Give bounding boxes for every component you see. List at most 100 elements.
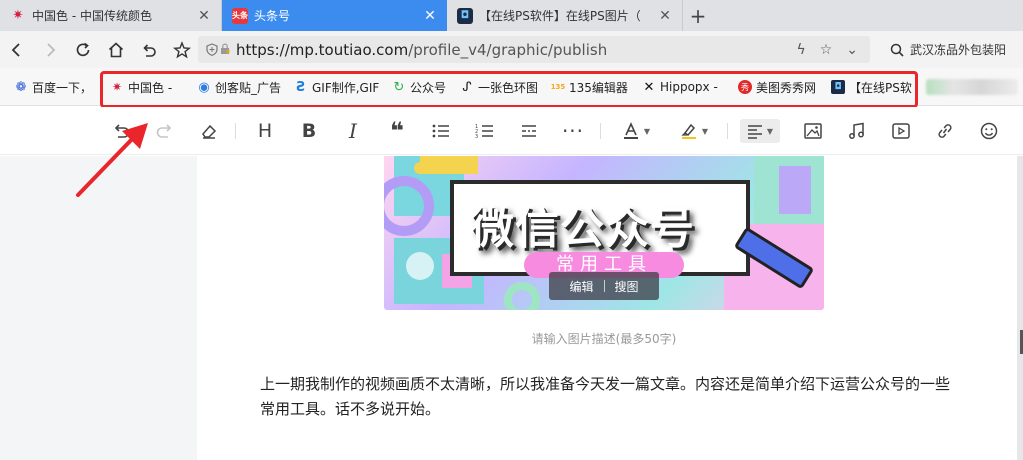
divider-button[interactable]	[516, 119, 542, 143]
image-controls: 编辑 搜图	[549, 272, 659, 300]
align-left-icon	[747, 125, 762, 139]
toolbar-separator	[600, 123, 601, 139]
toutiao-icon: 头条	[232, 7, 248, 24]
emoji-icon	[980, 122, 998, 140]
highlight-color-button[interactable]: ▼	[674, 119, 714, 143]
link-icon	[938, 124, 952, 138]
undo-button[interactable]	[108, 119, 134, 143]
banner-shape	[406, 252, 434, 280]
bullet-list-button[interactable]	[428, 119, 454, 143]
bookmark-gif[interactable]: Ƨ GIF制作,GIF	[294, 78, 380, 96]
bookmark-online-ps[interactable]: ◘ 【在线PS软	[831, 78, 913, 96]
bold-button[interactable]: B	[296, 119, 322, 143]
editor-toolbar: H B I ❝ 123 ··· ▼ ▼ ▼	[0, 107, 1023, 155]
quote-button[interactable]: ❝	[384, 117, 410, 145]
bookmark-label: 【在线PS软	[849, 80, 912, 95]
insert-audio-button[interactable]	[844, 119, 870, 143]
address-bar[interactable]: https://mp.toutiao.com/profile_v4/graphi…	[198, 36, 870, 63]
bookmark-label: GIF制作,GIF	[312, 80, 380, 95]
control-divider	[603, 280, 605, 292]
banner-ring	[504, 282, 540, 310]
security-indicator[interactable]	[206, 43, 236, 56]
url-path: /profile_v4/graphic/publish	[408, 40, 608, 59]
reload-icon	[76, 42, 89, 56]
bookmarks-bar: ❁ 百度一下， ✷ 中国色 - ◉ 创客贴_广告 Ƨ GIF制作,GIF ↻ 公…	[0, 68, 1023, 106]
more-button[interactable]: ···	[560, 119, 586, 143]
undo-icon	[142, 43, 156, 57]
heading-button[interactable]: H	[252, 119, 278, 143]
horizontal-rule-icon	[522, 125, 536, 137]
numbered-list-button[interactable]: 123	[472, 119, 498, 143]
bookmark-label: 百度一下，	[32, 80, 93, 95]
chevron-down-icon[interactable]: ⌄	[846, 42, 858, 58]
clear-format-button[interactable]	[196, 119, 222, 143]
wechat-official-icon: ↻	[393, 79, 405, 95]
blurred-bookmark	[926, 79, 1018, 95]
bookmark-135-editor[interactable]: 135 135编辑器	[551, 78, 633, 96]
bookmark-official-account[interactable]: ↻ 公众号	[392, 78, 452, 96]
plus-icon: +	[689, 3, 707, 28]
insert-link-button[interactable]	[932, 119, 958, 143]
edit-image-button[interactable]: 编辑	[569, 278, 593, 295]
music-note-icon	[849, 122, 864, 139]
image-icon	[804, 123, 822, 139]
bookmark-hippopx[interactable]: ✕ Hippopx -	[642, 78, 726, 96]
online-ps-icon: ◘	[831, 80, 845, 94]
tab-toutiao[interactable]: 头条 头条号 ✕	[222, 0, 447, 31]
bookmark-label: Hippopx -	[660, 80, 718, 94]
bookmark-baidu[interactable]: ❁ 百度一下，	[14, 78, 96, 96]
baidu-paw-icon: ❁	[15, 79, 27, 95]
chevron-down-icon: ▼	[643, 126, 651, 136]
heading-icon: H	[257, 120, 273, 142]
video-icon	[892, 123, 910, 139]
text-color-button[interactable]: ▼	[616, 119, 656, 143]
search-text: 武汉冻品外包装阳	[910, 43, 1007, 57]
back-arrow-icon	[11, 42, 20, 57]
lightning-icon[interactable]: ϟ	[796, 42, 805, 58]
back-button[interactable]	[0, 31, 33, 68]
search-box[interactable]: 武汉冻品外包装阳	[884, 36, 1023, 63]
close-icon[interactable]: ✕	[197, 8, 211, 24]
navigation-bar: https://mp.toutiao.com/profile_v4/graphi…	[0, 31, 1023, 68]
text-color-icon	[623, 122, 638, 139]
image-caption-input[interactable]: 请输入图片描述(最多50字)	[384, 330, 824, 347]
insert-emoji-button[interactable]	[976, 119, 1002, 143]
tab-chinese-color[interactable]: ✷ 中国色 - 中国传统颜色 ✕	[0, 0, 222, 31]
new-tab-button[interactable]: +	[683, 0, 713, 31]
home-button[interactable]	[99, 31, 132, 68]
redo-button[interactable]	[152, 119, 178, 143]
article-paragraph[interactable]: 上一期我制作的视频画质不太清晰，所以我准备今天发一篇文章。内容还是简单介绍下运营…	[260, 372, 960, 422]
close-icon[interactable]: ✕	[423, 8, 437, 24]
bookmark-star-icon[interactable]: ☆	[820, 42, 833, 58]
url-text[interactable]: https://mp.toutiao.com/profile_v4/graphi…	[236, 41, 796, 59]
tab-title: 中国色 - 中国传统颜色	[32, 9, 152, 23]
align-button[interactable]: ▼	[740, 119, 780, 143]
tab-online-ps[interactable]: ◘ 【在线PS软件】在线PS图片（ ✕	[447, 0, 683, 31]
bookmark-chuangkit[interactable]: ◉ 创客贴_广告	[197, 78, 281, 96]
color-wheel-icon: ᔑ	[462, 79, 472, 95]
svg-text:3: 3	[475, 134, 478, 140]
chevron-down-icon: ▼	[766, 126, 774, 136]
bookmark-chinese-color[interactable]: ✷ 中国色 -	[110, 78, 184, 96]
bookmark-label: 公众号	[410, 80, 447, 95]
cover-title: 微信公众号	[470, 203, 695, 254]
italic-button[interactable]: I	[340, 119, 366, 143]
numbered-list-icon: 123	[475, 124, 493, 140]
toolbar-separator	[235, 123, 236, 139]
forward-button[interactable]	[33, 31, 66, 68]
scrollbar-track[interactable]	[1017, 156, 1023, 460]
reload-button[interactable]	[66, 31, 99, 68]
favorite-button[interactable]	[165, 31, 198, 68]
editor-135-icon: 135	[551, 83, 566, 91]
quote-icon: ❝	[389, 117, 405, 145]
search-image-button[interactable]: 搜图	[615, 278, 639, 295]
insert-image-button[interactable]	[800, 119, 826, 143]
bookmark-label: 美图秀秀网	[756, 80, 817, 95]
close-icon[interactable]: ✕	[658, 8, 672, 24]
toolbar-separator	[727, 123, 728, 139]
bookmark-color-wheel[interactable]: ᔑ 一张色环图	[460, 78, 540, 96]
insert-video-button[interactable]	[888, 119, 914, 143]
bookmark-meitu[interactable]: 秀 美图秀秀网	[738, 78, 822, 96]
undo-close-tab-button[interactable]	[132, 31, 165, 68]
undo-icon	[114, 124, 130, 138]
